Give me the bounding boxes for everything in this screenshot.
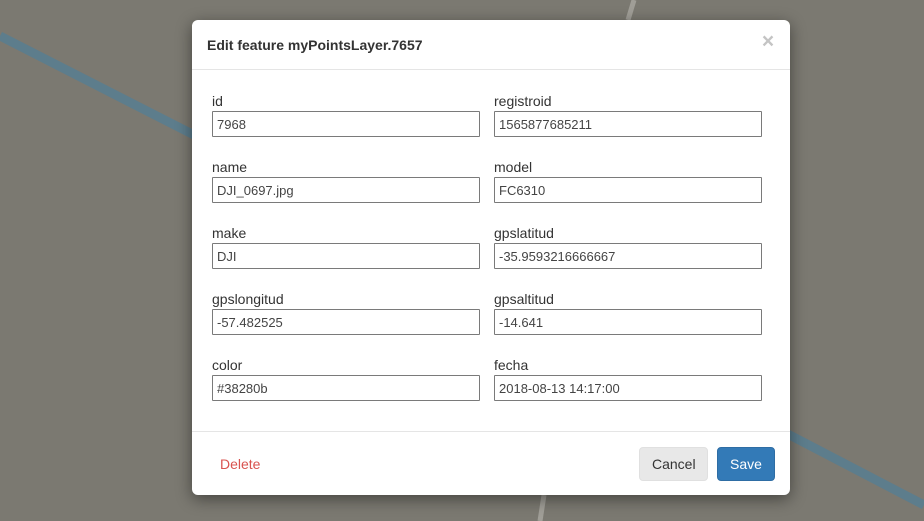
map-road-light-top — [625, 0, 637, 21]
fecha-input[interactable] — [494, 375, 762, 401]
field-label-make: make — [212, 225, 247, 241]
field-model: model — [494, 158, 762, 203]
map-road-blue-bottom — [777, 426, 924, 509]
field-label-fecha: fecha — [494, 357, 529, 373]
field-make: make — [212, 224, 480, 269]
make-input[interactable] — [212, 243, 480, 269]
id-input[interactable] — [212, 111, 480, 137]
model-input[interactable] — [494, 177, 762, 203]
field-gpsaltitud: gpsaltitud — [494, 290, 762, 335]
gpslatitud-input[interactable] — [494, 243, 762, 269]
close-icon[interactable]: × — [760, 31, 776, 52]
field-label-model: model — [494, 159, 533, 175]
gpsaltitud-input[interactable] — [494, 309, 762, 335]
field-id: id — [212, 92, 480, 137]
dialog-footer: Delete Cancel Save — [192, 431, 790, 495]
edit-feature-dialog: Edit feature myPointsLayer.7657 × id reg… — [192, 20, 790, 495]
field-label-registroid: registroid — [494, 93, 552, 109]
field-registroid: registroid — [494, 92, 762, 137]
field-name: name — [212, 158, 480, 203]
color-input[interactable] — [212, 375, 480, 401]
dialog-title: Edit feature myPointsLayer.7657 — [207, 37, 423, 53]
field-gpslongitud: gpslongitud — [212, 290, 480, 335]
field-label-gpslongitud: gpslongitud — [212, 291, 284, 307]
dialog-header: Edit feature myPointsLayer.7657 × — [192, 20, 790, 70]
field-label-color: color — [212, 357, 243, 373]
registroid-input[interactable] — [494, 111, 762, 137]
field-fecha: fecha — [494, 356, 762, 401]
name-input[interactable] — [212, 177, 480, 203]
save-button[interactable]: Save — [717, 447, 775, 481]
field-gpslatitud: gpslatitud — [494, 224, 762, 269]
delete-button[interactable]: Delete — [220, 456, 260, 472]
field-label-gpsaltitud: gpsaltitud — [494, 291, 554, 307]
map-road-light-bottom — [537, 494, 547, 521]
field-label-id: id — [212, 93, 223, 109]
field-color: color — [212, 356, 480, 401]
cancel-button[interactable]: Cancel — [639, 447, 708, 481]
map-road-blue-top — [0, 31, 203, 143]
field-label-gpslatitud: gpslatitud — [494, 225, 554, 241]
gpslongitud-input[interactable] — [212, 309, 480, 335]
field-label-name: name — [212, 159, 248, 175]
